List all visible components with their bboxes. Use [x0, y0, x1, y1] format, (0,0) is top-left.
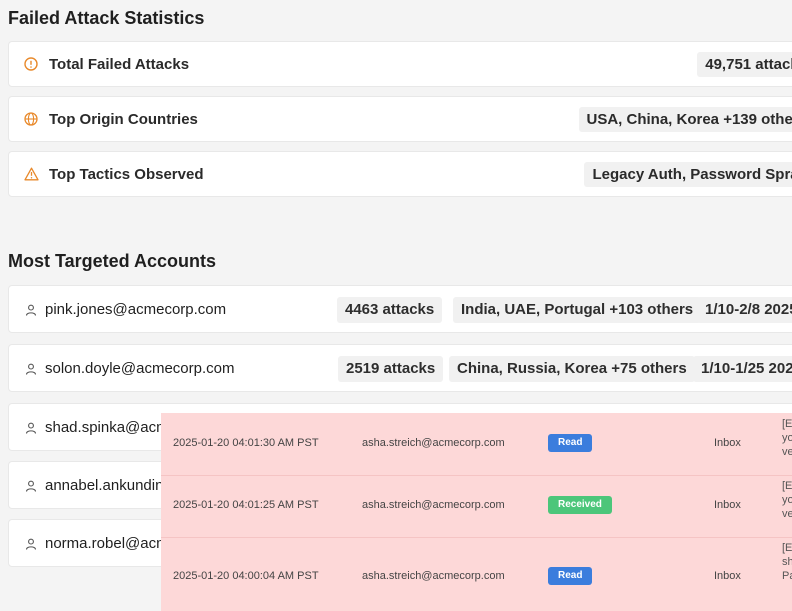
event-timestamp: 2025-01-20 04:01:30 AM PST — [173, 437, 319, 449]
stat-label: Top Origin Countries — [49, 110, 198, 128]
email-event-row[interactable]: 2025-01-20 04:00:04 AM PST asha.streich@… — [161, 567, 792, 610]
event-snippet: [E sh Pa — [782, 542, 792, 582]
event-timestamp: 2025-01-20 04:00:04 AM PST — [173, 570, 319, 582]
stats-section-title: Failed Attack Statistics — [8, 8, 205, 28]
account-row[interactable]: pink.jones@acmecorp.com 4463 attacks Ind… — [8, 285, 792, 333]
stat-label: Total Failed Attacks — [49, 55, 190, 73]
account-email: pink.jones@acmecorp.com — [45, 300, 227, 318]
stat-card-total-failed: Total Failed Attacks 49,751 attacks — [8, 41, 792, 87]
account-email: solon.doyle@acmecorp.com — [45, 359, 235, 377]
user-icon — [25, 362, 37, 375]
account-row[interactable]: solon.doyle@acmecorp.com 2519 attacks Ch… — [8, 344, 792, 392]
event-folder: Inbox — [714, 437, 741, 449]
date-range-chip: 1/10-1/25 2025 — [693, 356, 792, 382]
event-snippet: [E yo ve — [782, 480, 792, 520]
event-folder: Inbox — [714, 570, 741, 582]
alert-circle-icon — [23, 56, 39, 72]
countries-chip: China, Russia, Korea +75 others — [449, 356, 695, 382]
stat-value: USA, China, Korea +139 others — [578, 106, 792, 132]
user-icon — [25, 537, 37, 550]
event-sender: asha.streich@acmecorp.com — [362, 437, 505, 449]
stat-value: Legacy Auth, Password Spray — [584, 161, 792, 187]
stat-card-origin-countries: Top Origin Countries USA, China, Korea +… — [8, 96, 792, 142]
accounts-section-title: Most Targeted Accounts — [8, 251, 217, 271]
countries-chip: India, UAE, Portugal +103 others — [453, 297, 702, 323]
globe-icon — [23, 111, 39, 127]
row-divider — [161, 475, 792, 476]
stat-card-tactics: Top Tactics Observed Legacy Auth, Passwo… — [8, 151, 792, 197]
email-event-row[interactable]: 2025-01-20 04:01:30 AM PST asha.streich@… — [161, 434, 792, 475]
warning-triangle-icon — [23, 166, 39, 182]
event-sender: asha.streich@acmecorp.com — [362, 570, 505, 582]
attack-count-chip: 2519 attacks — [338, 356, 444, 382]
event-snippet: [E yo ve — [782, 418, 792, 458]
status-badge: Read — [548, 434, 593, 452]
row-divider — [161, 537, 792, 538]
event-timestamp: 2025-01-20 04:01:25 AM PST — [173, 499, 319, 511]
email-event-row[interactable]: 2025-01-20 04:01:25 AM PST asha.streich@… — [161, 496, 792, 539]
event-sender: asha.streich@acmecorp.com — [362, 499, 505, 511]
user-icon — [25, 303, 37, 316]
stat-value: 49,751 attacks — [697, 51, 792, 77]
status-badge: Received — [548, 496, 612, 514]
attack-count-chip: 4463 attacks — [337, 297, 443, 323]
user-icon — [25, 479, 37, 492]
event-folder: Inbox — [714, 499, 741, 511]
user-icon — [25, 421, 37, 434]
email-events-overlay: 2025-01-20 04:01:30 AM PST asha.streich@… — [161, 413, 792, 611]
status-badge: Read — [548, 567, 593, 585]
date-range-chip: 1/10-2/8 2025 — [697, 297, 792, 323]
stat-label: Top Tactics Observed — [49, 165, 204, 183]
